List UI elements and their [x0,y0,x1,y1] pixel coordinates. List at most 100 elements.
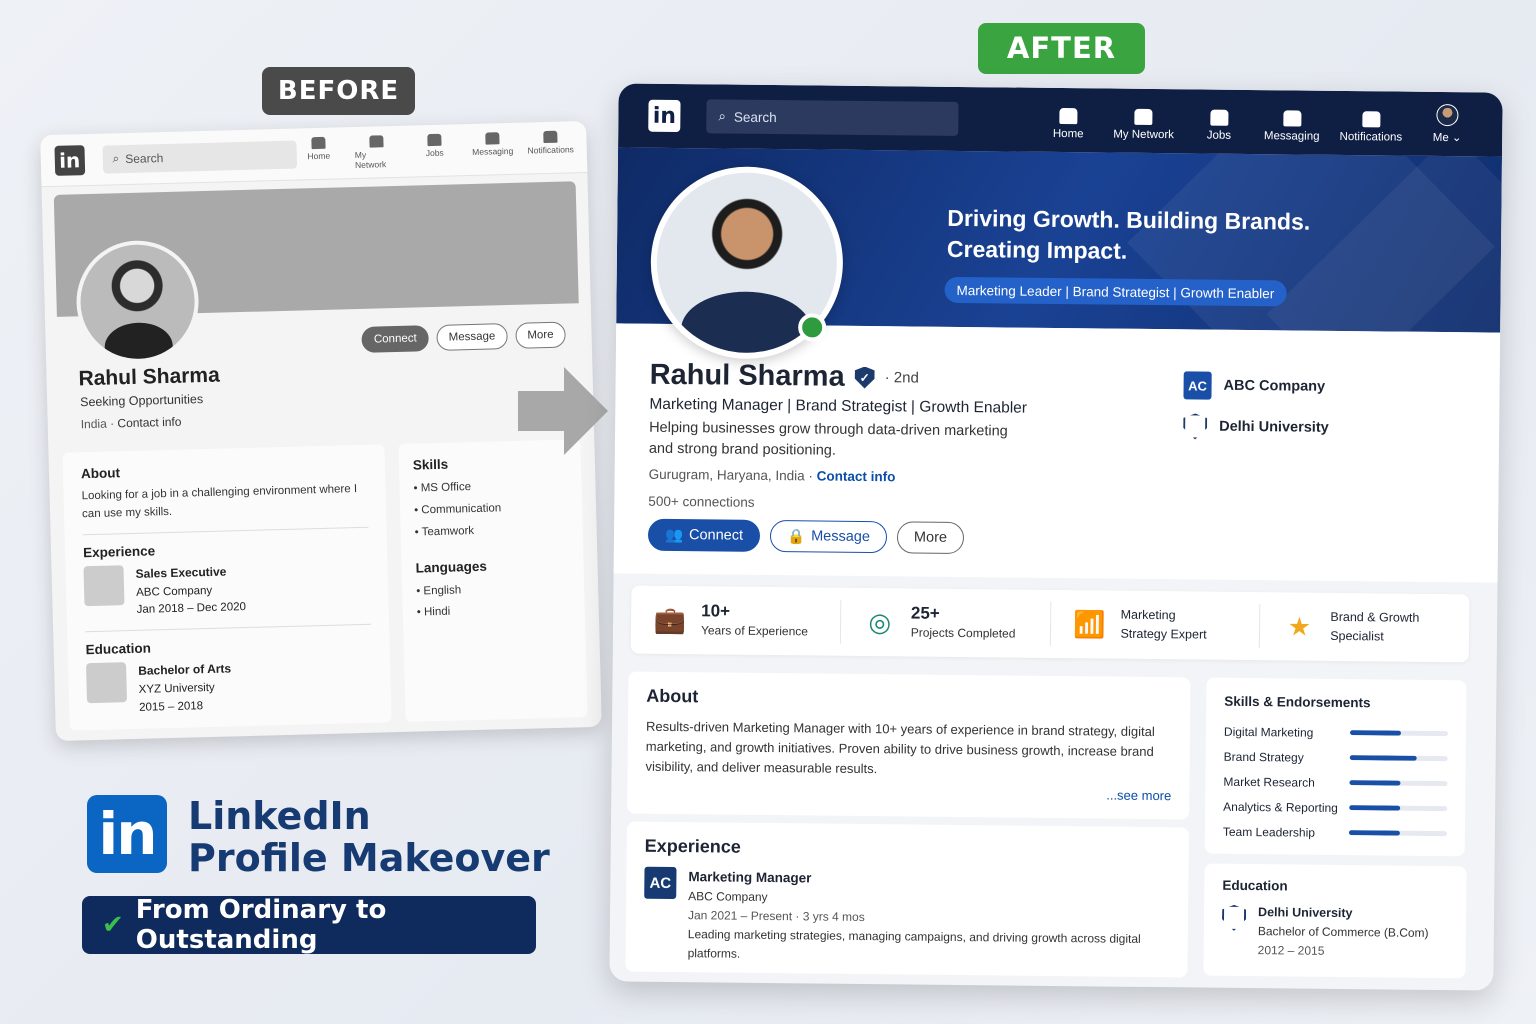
target-icon: ◎ [868,606,892,637]
connect-label: Connect [688,527,744,544]
skill-row[interactable]: Brand Strategy [1224,744,1448,771]
online-status-indicator [798,313,827,342]
education-item[interactable]: Delhi University Bachelor of Commerce (B… [1222,903,1449,962]
connect-button[interactable]: 👥 Connect [647,518,761,552]
title-line-2: Profile Makeover [188,836,550,880]
skill-row[interactable]: Analytics & Reporting [1223,794,1448,821]
company-logo: AC [1183,371,1212,400]
nav-messaging[interactable]: Messaging [1264,110,1320,143]
stat-line: Strategy Expert [1120,626,1207,642]
nav-messaging[interactable]: Messaging [470,131,515,166]
see-more-link[interactable]: ...see more [1106,788,1171,804]
nav-jobs[interactable]: Jobs [412,133,457,168]
stat-line: Brand & Growth [1330,609,1420,625]
before-side-section: Skills MS Office Communication Teamwork … [398,439,588,722]
makeover-title: LinkedIn Profile Makeover [188,795,550,879]
university-shield-icon [1183,413,1207,439]
stat-brand: ★ Brand & Growth Specialist [1260,604,1469,650]
location-text: India [80,416,107,432]
school-name: Delhi University [1258,905,1353,921]
tagline-text: From Ordinary to Outstanding [135,895,387,955]
skill-level-bar [1349,755,1448,762]
skill-row[interactable]: Digital Marketing [1224,719,1448,746]
connection-degree: · 2nd [884,369,919,387]
about-section: About Results-driven Marketing Manager w… [627,671,1191,820]
nav-home[interactable]: Home [296,136,341,171]
university-shield-icon [1222,905,1246,931]
more-button[interactable]: More [515,321,566,349]
company-logo: AC [644,866,677,900]
skill-level-fill [1349,805,1401,811]
nav-home[interactable]: Home [1043,108,1093,141]
tagline-banner: ✔ From Ordinary to Outstanding [82,895,536,955]
stat-strategy: 📶 Marketing Strategy Expert [1050,601,1261,649]
briefcase-icon: 💼 [653,604,687,635]
degree: Bachelor of Commerce (B.Com) [1257,924,1429,940]
education-item: Bachelor of Arts XYZ University 2015 – 201… [86,656,373,719]
search-placeholder: Search [733,109,777,125]
before-main-section: About Looking for a job in a challenging… [62,444,392,731]
university[interactable]: Delhi University [1183,413,1329,441]
linkedin-logo[interactable]: in [54,144,85,176]
connections-count[interactable]: 500+ connections [648,494,754,510]
job-title: Sales Executive [135,564,227,581]
school-name: XYZ University [138,681,215,696]
profile-headline: Marketing Manager | Brand Strategist | G… [649,395,1028,417]
nav-label: Messaging [472,145,514,157]
nav-label: Home [1052,127,1084,141]
bell-icon [1361,111,1381,128]
stat-experience: 💼 10+ Years of Experience [630,597,842,644]
stat-projects: ◎ 25+ Projects Completed [840,599,1051,646]
experience-heading: Experience [644,835,741,857]
nav-notifications[interactable]: Notifications [1340,111,1403,144]
banner-pill: Marketing Leader | Brand Strategist | Gr… [944,276,1287,307]
company-icon [83,564,125,607]
profile-intro: Rahul Sharma ✓ · 2nd Marketing Manager |… [613,323,1501,583]
contact-info-link[interactable]: Contact info [817,468,896,484]
experience-item[interactable]: AC Marketing Manager ABC Company Jan 202… [644,866,1171,969]
current-company[interactable]: AC ABC Company [1183,371,1329,401]
job-title: Marketing Manager [688,869,812,886]
profile-headline: Seeking Opportunities [79,392,204,410]
education-heading: Education [1222,877,1288,894]
linkedin-logo[interactable]: in [648,99,681,133]
contact-info-link[interactable]: Contact info [117,415,181,431]
experience-section: Experience AC Marketing Manager ABC Comp… [625,821,1189,978]
school-name: Delhi University [1219,418,1329,436]
job-dates: Jan 2018 – Dec 2020 [136,601,247,617]
search-input[interactable]: ⌕ Search [102,140,298,174]
search-placeholder: Search [125,150,164,166]
star-icon: ★ [1287,610,1312,642]
nav-my-network[interactable]: My Network [1113,108,1174,141]
skill-level-fill [1349,755,1417,761]
more-button[interactable]: More [896,521,965,555]
nav-notifications[interactable]: Notifications [527,130,574,165]
search-input[interactable]: ⌕ Search [706,99,959,136]
nav-jobs[interactable]: Jobs [1194,109,1244,142]
home-icon [311,136,326,149]
graduation-cap-icon [86,662,128,704]
nav-label: Jobs [425,147,444,158]
message-icon [485,131,500,145]
chart-icon: 📶 [1073,608,1106,640]
transition-arrow-icon [518,367,608,455]
profile-bio: Helping businesses grow through data-dri… [648,419,1008,459]
after-label: AFTER [978,23,1145,74]
message-button[interactable]: Message [436,323,508,351]
job-dates: Jan 2021 – Present · 3 yrs 4 mos [687,908,865,925]
lock-icon: 🔒 [786,528,806,545]
skills-heading: Skills & Endorsements [1224,693,1371,711]
skill-row[interactable]: Market Research [1223,769,1448,796]
bell-icon [543,130,558,143]
connect-button[interactable]: Connect [361,325,430,353]
company-name: ABC Company [136,584,213,599]
profile-location: India · Contact info [80,414,182,432]
skill-row[interactable]: Team Leadership [1223,819,1447,846]
message-button[interactable]: 🔒 Message [769,520,888,554]
nav-my-network[interactable]: My Network [354,134,399,170]
highlights-bar: 💼 10+ Years of Experience ◎ 25+ Projects C… [630,585,1470,663]
nav-me[interactable]: Me ⌄ [1422,103,1472,145]
stat-value: 25+ [910,603,940,623]
about-heading: About [646,685,699,707]
home-icon [1059,108,1078,125]
